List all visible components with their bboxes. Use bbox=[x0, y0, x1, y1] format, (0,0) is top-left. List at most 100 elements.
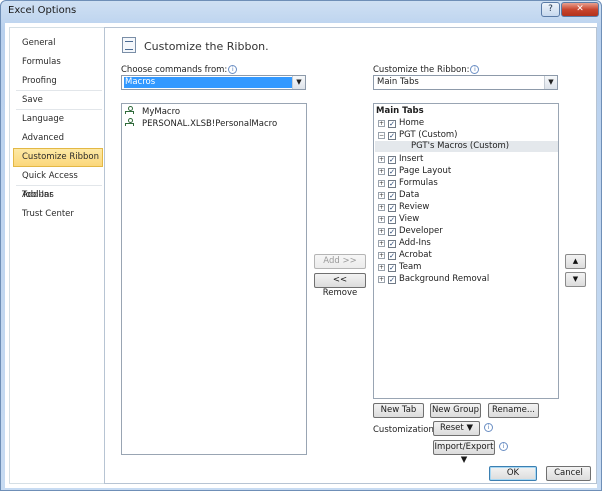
expand-icon[interactable]: + bbox=[378, 204, 385, 211]
nav-item-save[interactable]: Save bbox=[13, 91, 103, 110]
nav-divider bbox=[16, 185, 102, 186]
nav-item-proofing[interactable]: Proofing bbox=[13, 72, 103, 91]
list-item[interactable]: MyMacro bbox=[125, 106, 180, 118]
nav-item-customize-ribbon[interactable]: Customize Ribbon bbox=[13, 148, 103, 167]
rename-button[interactable]: Rename... bbox=[488, 403, 539, 418]
checkbox[interactable]: ✓ bbox=[388, 156, 396, 164]
checkbox[interactable]: ✓ bbox=[388, 132, 396, 140]
customizations-label: Customizations: bbox=[373, 425, 442, 435]
info-icon: i bbox=[484, 423, 493, 432]
reset-button[interactable]: Reset ▼ bbox=[433, 421, 480, 436]
new-group-button[interactable]: New Group bbox=[430, 403, 481, 418]
tree-row[interactable]: + ✓ Home bbox=[378, 117, 424, 129]
window-title: Excel Options bbox=[8, 5, 77, 16]
move-up-button[interactable]: ▲ bbox=[565, 254, 586, 269]
tree-row[interactable]: + ✓ Team bbox=[378, 261, 421, 273]
import-export-button[interactable]: Import/Export ▼ bbox=[433, 440, 495, 465]
nav-divider bbox=[16, 90, 102, 91]
remove-button[interactable]: << Remove bbox=[314, 273, 366, 298]
info-icon: i bbox=[470, 65, 480, 74]
checkbox[interactable]: ✓ bbox=[388, 180, 396, 188]
chevron-down-icon[interactable]: ▼ bbox=[292, 76, 305, 89]
ok-button[interactable]: OK bbox=[489, 466, 537, 481]
checkbox[interactable]: ✓ bbox=[388, 252, 396, 260]
nav-item-formulas[interactable]: Formulas bbox=[13, 53, 103, 72]
tree-row-label: Page Layout bbox=[399, 166, 452, 176]
customize-ribbon-label: Customize the Ribbon: i bbox=[373, 65, 480, 75]
tree-header: Main Tabs bbox=[376, 106, 424, 116]
list-item[interactable]: PERSONAL.XLSB!PersonalMacro bbox=[125, 118, 277, 130]
customize-ribbon-combo[interactable]: Main Tabs ▼ bbox=[373, 75, 558, 90]
checkbox[interactable]: ✓ bbox=[388, 228, 396, 236]
expand-icon[interactable]: + bbox=[378, 180, 385, 187]
tree-row[interactable]: + ✓ Page Layout bbox=[378, 165, 451, 177]
nav-item-trust-center[interactable]: Trust Center bbox=[13, 205, 103, 224]
expand-icon[interactable]: + bbox=[378, 192, 385, 199]
tree-row-label: Insert bbox=[399, 154, 424, 164]
choose-commands-combo[interactable]: Macros ▼ bbox=[121, 75, 306, 90]
tree-row[interactable]: + ✓ Review bbox=[378, 201, 429, 213]
cancel-button[interactable]: Cancel bbox=[546, 466, 591, 481]
tree-row[interactable]: + ✓ Add-Ins bbox=[378, 237, 431, 249]
list-item-label: MyMacro bbox=[142, 107, 181, 117]
expand-icon[interactable]: + bbox=[378, 240, 385, 247]
tree-row[interactable]: + ✓ View bbox=[378, 213, 419, 225]
expand-icon[interactable]: + bbox=[378, 276, 385, 283]
nav-item-quick-access-toolbar[interactable]: Quick Access Toolbar bbox=[13, 167, 103, 200]
macro-icon bbox=[125, 106, 134, 115]
tree-row-label: Formulas bbox=[399, 178, 438, 188]
checkbox[interactable]: ✓ bbox=[388, 168, 396, 176]
add-button[interactable]: Add >> bbox=[314, 254, 366, 269]
checkbox[interactable]: ✓ bbox=[388, 192, 396, 200]
info-icon: i bbox=[228, 65, 238, 74]
customize-ribbon-icon bbox=[122, 37, 136, 53]
nav-item-advanced[interactable]: Advanced bbox=[13, 129, 103, 148]
tree-row-label: PGT (Custom) bbox=[399, 130, 458, 140]
title-bar[interactable]: Excel Options ? ✕ bbox=[1, 1, 601, 23]
expand-icon[interactable]: + bbox=[378, 120, 385, 127]
choose-commands-label: Choose commands from: i bbox=[121, 65, 238, 75]
tree-row-label: View bbox=[399, 214, 420, 224]
expand-icon[interactable]: + bbox=[378, 264, 385, 271]
nav-item-add-ins[interactable]: Add-Ins bbox=[13, 186, 103, 205]
tree-row[interactable]: + ✓ Data bbox=[378, 189, 419, 201]
help-button[interactable]: ? bbox=[541, 2, 560, 17]
tree-row[interactable]: + ✓ Insert bbox=[378, 153, 423, 165]
macro-icon bbox=[125, 118, 134, 127]
collapse-icon[interactable]: − bbox=[378, 132, 385, 139]
close-button[interactable]: ✕ bbox=[561, 2, 599, 17]
choose-commands-value: Macros bbox=[124, 77, 292, 88]
new-tab-button[interactable]: New Tab bbox=[373, 403, 424, 418]
tree-group-row[interactable]: PGT's Macros (Custom) bbox=[375, 141, 558, 152]
checkbox[interactable]: ✓ bbox=[388, 216, 396, 224]
nav-divider bbox=[16, 109, 102, 110]
expand-icon[interactable]: + bbox=[378, 252, 385, 259]
commands-list[interactable]: MyMacro PERSONAL.XLSB!PersonalMacro bbox=[121, 103, 307, 455]
nav-item-general[interactable]: General bbox=[13, 34, 103, 53]
checkbox[interactable]: ✓ bbox=[388, 276, 396, 284]
tree-row[interactable]: + ✓ Developer bbox=[378, 225, 443, 237]
tree-row-label: Data bbox=[399, 190, 420, 200]
expand-icon[interactable]: + bbox=[378, 168, 385, 175]
expand-icon[interactable]: + bbox=[378, 228, 385, 235]
chevron-down-icon[interactable]: ▼ bbox=[544, 76, 557, 89]
tree-row-label: Developer bbox=[399, 226, 443, 236]
tree-row[interactable]: + ✓ Acrobat bbox=[378, 249, 432, 261]
customize-ribbon-value: Main Tabs bbox=[377, 77, 419, 87]
checkbox[interactable]: ✓ bbox=[388, 240, 396, 248]
tree-row-label: Team bbox=[399, 262, 422, 272]
checkbox[interactable]: ✓ bbox=[388, 204, 396, 212]
expand-icon[interactable]: + bbox=[378, 216, 385, 223]
list-item-label: PERSONAL.XLSB!PersonalMacro bbox=[142, 119, 278, 129]
tree-row[interactable]: + ✓ Background Removal bbox=[378, 273, 489, 285]
checkbox[interactable]: ✓ bbox=[388, 120, 396, 128]
tree-row[interactable]: + ✓ Formulas bbox=[378, 177, 438, 189]
tree-row-label: Review bbox=[399, 202, 430, 212]
nav-item-language[interactable]: Language bbox=[13, 110, 103, 129]
expand-icon[interactable]: + bbox=[378, 156, 385, 163]
checkbox[interactable]: ✓ bbox=[388, 264, 396, 272]
ribbon-tabs-tree[interactable]: Main Tabs + ✓ Home − ✓ PGT (Custom) PGT's Macr… bbox=[373, 103, 559, 399]
move-down-button[interactable]: ▼ bbox=[565, 272, 586, 287]
info-icon: i bbox=[499, 442, 508, 451]
tree-row[interactable]: − ✓ PGT (Custom) bbox=[378, 129, 458, 141]
